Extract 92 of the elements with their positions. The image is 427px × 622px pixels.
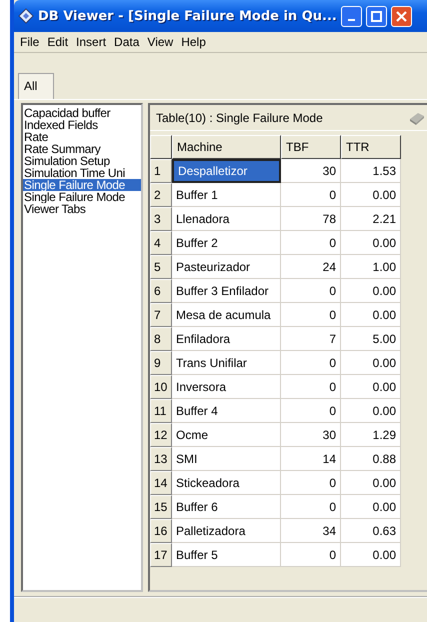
table-cell: 0.00 (341, 543, 401, 567)
table-title: Table(10) : Single Failure Mode (156, 110, 323, 124)
table-cell: 0 (281, 375, 341, 399)
table-cell: Ocme (172, 423, 281, 447)
menu-item[interactable]: Help (177, 35, 210, 49)
row-number[interactable]: 11 (150, 399, 172, 423)
table-cell: 0.00 (341, 399, 401, 423)
column-header[interactable]: Machine (172, 135, 281, 159)
table-cell: Buffer 1 (172, 183, 281, 207)
table-cell: 14 (281, 447, 341, 471)
table-cell: 0 (281, 543, 341, 567)
table-cell: 30 (281, 159, 341, 183)
corner-header[interactable] (150, 135, 172, 159)
table-cell: Buffer 4 (172, 399, 281, 423)
minimize-icon (348, 19, 355, 21)
menu-item[interactable]: View (143, 35, 178, 49)
row-number[interactable]: 8 (150, 327, 172, 351)
list-item[interactable]: Indexed Fields (23, 119, 141, 131)
table-cell: Mesa de acumula (172, 303, 281, 327)
table-cell: Buffer 2 (172, 231, 281, 255)
minimize-button[interactable] (340, 6, 362, 26)
column-header[interactable]: TTR (341, 135, 401, 159)
table-cell: 1.00 (341, 255, 401, 279)
table-cell: Buffer 6 (172, 495, 281, 519)
table-cell: Stickeadora (172, 471, 281, 495)
row-number[interactable]: 14 (150, 471, 172, 495)
table-cell: Palletizadora (172, 519, 281, 543)
row-number[interactable]: 6 (150, 279, 172, 303)
table-cell: 0.00 (341, 279, 401, 303)
table-cell: 0.00 (341, 231, 401, 255)
table-cell: 30 (281, 423, 341, 447)
table-cell: Llenadora (172, 207, 281, 231)
table-cell: 0.00 (341, 471, 401, 495)
table-cell: 34 (281, 519, 341, 543)
table-cell: 24 (281, 255, 341, 279)
row-number[interactable]: 5 (150, 255, 172, 279)
menu-item[interactable]: Edit (43, 35, 72, 49)
table-cell: 0 (281, 495, 341, 519)
row-number[interactable]: 9 (150, 351, 172, 375)
row-number[interactable]: 16 (150, 519, 172, 543)
table-cell: 1.53 (341, 159, 401, 183)
row-number[interactable]: 3 (150, 207, 172, 231)
table-cell: SMI (172, 447, 281, 471)
table-cell: 5.00 (341, 327, 401, 351)
row-number[interactable]: 4 (150, 231, 172, 255)
table-cell: 0 (281, 399, 341, 423)
table-cell: Despalletizor (172, 159, 281, 183)
tab[interactable]: All (18, 73, 54, 99)
table-cell: 78 (281, 207, 341, 231)
table-cell: Trans Unifilar (172, 351, 281, 375)
row-number[interactable]: 13 (150, 447, 172, 471)
row-number[interactable]: 17 (150, 543, 172, 567)
list-item[interactable]: Viewer Tabs (23, 203, 141, 215)
table-cell: 0.00 (341, 303, 401, 327)
maximize-button[interactable] (366, 6, 387, 26)
menu-item[interactable]: Insert (72, 35, 110, 49)
row-number[interactable]: 12 (150, 423, 172, 447)
maximize-icon (370, 10, 382, 22)
row-number[interactable]: 7 (150, 303, 172, 327)
table-cell: 0.00 (341, 351, 401, 375)
menu-item[interactable]: Data (110, 35, 144, 49)
table-cell: 0.63 (341, 519, 401, 543)
table-cell: Inversora (172, 375, 281, 399)
table-cell: 0 (281, 351, 341, 375)
list-item[interactable]: Rate (23, 131, 141, 143)
table-cell: 1.29 (341, 423, 401, 447)
row-number[interactable]: 15 (150, 495, 172, 519)
row-number[interactable]: 1 (150, 159, 172, 183)
table-cell: 0 (281, 231, 341, 255)
window-title: DB Viewer - [Single Failure Mode in Qu... (38, 8, 337, 24)
table-cell: 2.21 (341, 207, 401, 231)
row-number[interactable]: 10 (150, 375, 172, 399)
list-item[interactable]: Simulation Time Uni (23, 167, 141, 179)
table-cell: 0 (281, 471, 341, 495)
table-cell: 0.88 (341, 447, 401, 471)
table-cell: 0 (281, 303, 341, 327)
menu-item[interactable]: File (16, 35, 44, 49)
close-button[interactable] (390, 6, 412, 26)
close-icon (396, 10, 407, 22)
app-icon (18, 8, 34, 24)
column-header[interactable]: TBF (281, 135, 341, 159)
table-cell: 0 (281, 183, 341, 207)
table-cell: Pasteurizador (172, 255, 281, 279)
table-cell: Buffer 3 Enfilador (172, 279, 281, 303)
table-cell: 0.00 (341, 183, 401, 207)
table-cell: 0.00 (341, 375, 401, 399)
table-cell: Enfiladora (172, 327, 281, 351)
table-cell: Buffer 5 (172, 543, 281, 567)
row-number[interactable]: 2 (150, 183, 172, 207)
table-cell: 0.00 (341, 495, 401, 519)
table-cell: 7 (281, 327, 341, 351)
table-cell: 0 (281, 279, 341, 303)
